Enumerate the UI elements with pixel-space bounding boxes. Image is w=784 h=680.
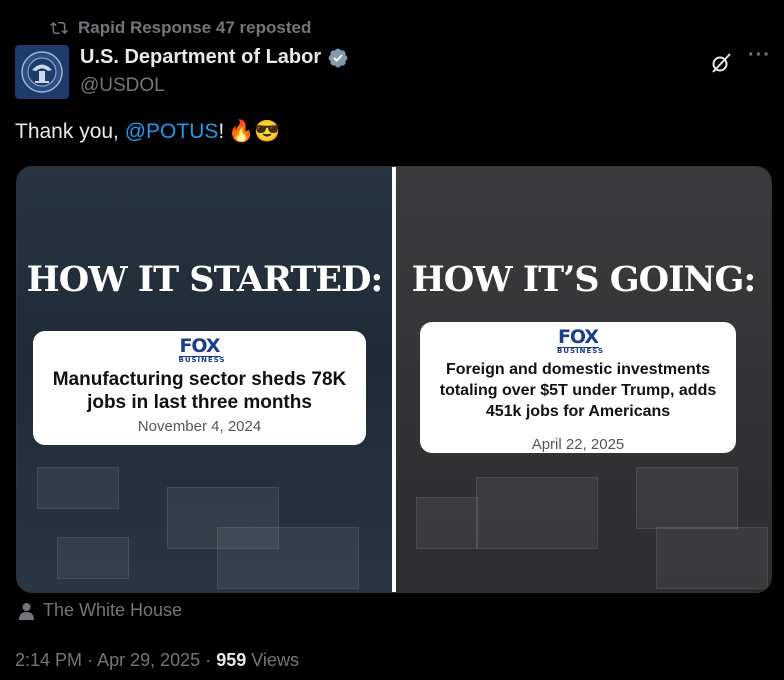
views-count: 959: [216, 650, 247, 670]
news-card-left: FOX BUSINESS Manufacturing sector sheds …: [33, 331, 366, 445]
fox-business-logo: FOX BUSINESS: [178, 335, 226, 364]
tweet-emoji: 🔥😎: [228, 120, 281, 143]
news-date-left: November 4, 2024: [137, 418, 262, 435]
panel-heading-right: HOW IT’S GOING:: [411, 259, 757, 300]
department-seal-icon: [15, 45, 69, 99]
grok-icon[interactable]: [709, 51, 733, 75]
meta-separator: ·: [87, 650, 94, 670]
more-icon[interactable]: ···: [748, 44, 771, 67]
author-handle[interactable]: @USDOL: [80, 75, 165, 97]
mention-link[interactable]: @POTUS: [125, 120, 219, 144]
panel-heading-left: HOW IT STARTED:: [26, 259, 384, 300]
news-headline-left: Manufacturing sector sheds 78K jobs in l…: [52, 369, 347, 413]
tweet-time[interactable]: 2:14 PM: [15, 650, 82, 670]
tweet-meta: 2:14 PM · Apr 29, 2025 · 959 Views: [15, 650, 299, 671]
avatar[interactable]: [15, 45, 69, 99]
repost-text: Rapid Response 47 reposted: [78, 18, 312, 37]
verified-badge-icon: [328, 48, 348, 67]
views-label: Views: [251, 650, 299, 670]
news-card-right: FOX BUSINESS Foreign and domestic invest…: [420, 322, 736, 453]
tweet-text-prefix: Thank you,: [15, 120, 125, 143]
repost-indicator[interactable]: Rapid Response 47 reposted: [50, 18, 311, 38]
media-attribution[interactable]: The White House: [18, 600, 182, 621]
tweet-text: Thank you, @POTUS ! 🔥😎: [15, 120, 281, 144]
author-display-name[interactable]: U.S. Department of Labor: [80, 46, 321, 69]
tweet-date[interactable]: Apr 29, 2025: [97, 650, 200, 670]
news-date-right: April 22, 2025: [531, 436, 625, 453]
attribution-text: The White House: [43, 600, 183, 620]
repost-icon: [50, 21, 68, 35]
person-icon: [19, 602, 34, 620]
tweet-media[interactable]: HOW IT STARTED: FOX BUSINESS Manufacturi…: [16, 166, 772, 593]
fox-business-logo: FOX BUSINESS: [557, 326, 605, 355]
tweet-text-suffix: !: [218, 120, 225, 143]
media-panel-left: HOW IT STARTED: FOX BUSINESS Manufacturi…: [17, 167, 392, 592]
news-headline-right: Foreign and domestic investments totalin…: [439, 361, 717, 420]
author-name-row[interactable]: U.S. Department of Labor: [80, 46, 349, 69]
meta-separator: ·: [205, 650, 212, 670]
media-panel-right: HOW IT’S GOING: FOX BUSINESS Foreign and…: [396, 167, 771, 592]
